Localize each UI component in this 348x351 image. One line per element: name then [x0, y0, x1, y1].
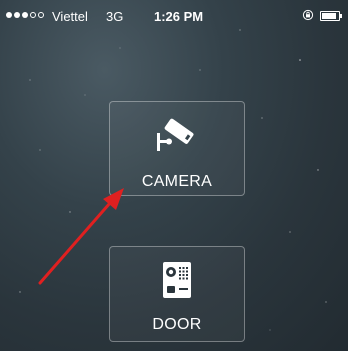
- security-camera-icon: [157, 118, 194, 151]
- door-label: DOOR: [152, 316, 202, 333]
- intercom-icon: [163, 262, 191, 298]
- battery-level: [322, 13, 336, 19]
- battery-tip: [340, 14, 342, 18]
- door-button[interactable]: DOOR: [109, 246, 245, 342]
- signal-dot: [30, 12, 36, 18]
- status-time: 1:26 PM: [154, 9, 204, 24]
- carrier-name: Viettel: [52, 9, 88, 24]
- status-bar: Viettel 3G 1:26 PM: [0, 0, 348, 36]
- signal-dot: [22, 12, 28, 18]
- signal-dot: [38, 12, 44, 18]
- camera-label: CAMERA: [141, 173, 213, 190]
- rotation-lock-icon: [302, 9, 314, 21]
- signal-strength-icon: [6, 12, 44, 18]
- battery-icon: [320, 11, 342, 21]
- signal-dot: [14, 12, 20, 18]
- camera-button[interactable]: CAMERA: [109, 101, 245, 196]
- signal-dot: [6, 12, 12, 18]
- network-type: 3G: [106, 9, 124, 24]
